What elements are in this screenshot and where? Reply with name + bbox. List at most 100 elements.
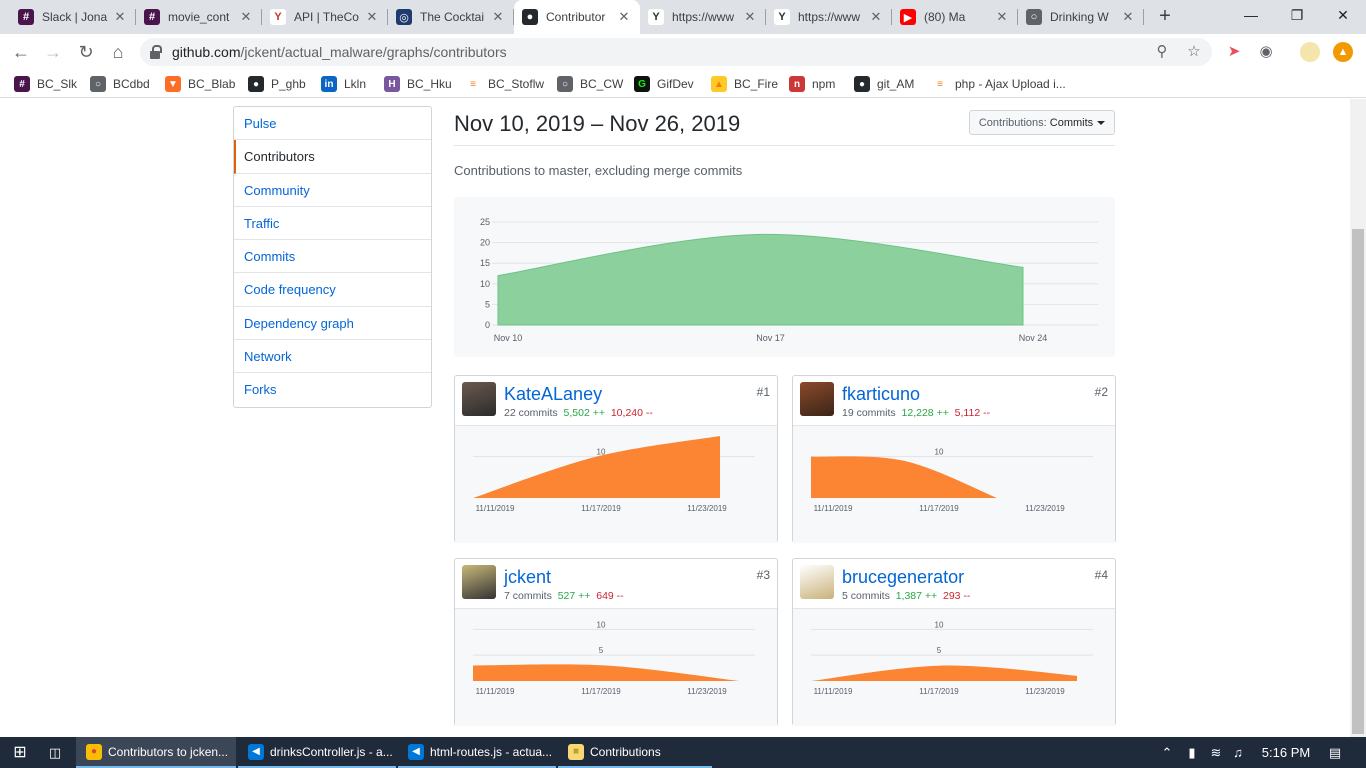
bookmark-label: BCdbd — [113, 77, 150, 91]
page-scrollbar[interactable] — [1350, 99, 1366, 737]
bookmark-item[interactable]: in Lkln — [321, 70, 366, 98]
avatar[interactable] — [800, 565, 834, 599]
contributor-login[interactable]: fkarticuno — [842, 384, 920, 405]
close-tab-icon[interactable]: ✕ — [364, 9, 380, 25]
commit-count[interactable]: 7 commits — [504, 590, 552, 602]
close-tab-icon[interactable]: ✕ — [868, 9, 884, 25]
browser-tab[interactable]: # Slack | Jona ✕ — [10, 0, 136, 34]
close-tab-icon[interactable]: ✕ — [112, 9, 128, 25]
battery-icon[interactable]: ▮ — [1182, 737, 1202, 768]
minimize-button[interactable]: — — [1228, 0, 1274, 30]
bookmark-item[interactable]: ○ BCdbd — [90, 70, 150, 98]
contributions-dropdown[interactable]: Contributions: Commits — [969, 110, 1115, 135]
bookmark-label: BC_CW — [580, 77, 624, 91]
windows-start-icon[interactable]: ⊞ — [0, 737, 40, 768]
commit-count[interactable]: 5 commits — [842, 590, 890, 602]
bookmark-item[interactable]: G GifDev — [634, 70, 694, 98]
taskbar-item[interactable]: ◀ html-routes.js - actua... — [398, 737, 556, 768]
sidebar-item-commits[interactable]: Commits — [234, 240, 431, 274]
commit-count[interactable]: 22 commits — [504, 407, 558, 419]
bookmark-item[interactable]: ≡ php - Ajax Upload i... — [932, 70, 1066, 98]
sidebar-item-traffic[interactable]: Traffic — [234, 207, 431, 241]
contributor-header: fkarticuno 19 commits 12,228 ++ 5,112 -- #… — [793, 376, 1115, 426]
y-tick-label: 5 — [599, 646, 604, 655]
close-tab-icon[interactable]: ✕ — [1120, 9, 1136, 25]
sidebar-item-dependency-graph[interactable]: Dependency graph — [234, 307, 431, 341]
close-tab-icon[interactable]: ✕ — [742, 9, 758, 25]
divider — [454, 145, 1115, 146]
clock[interactable]: 5:16 PM — [1254, 737, 1318, 768]
commit-count[interactable]: 19 commits — [842, 407, 896, 419]
sidebar-item-pulse[interactable]: Pulse — [234, 107, 431, 141]
scrollbar-thumb[interactable] — [1352, 229, 1364, 734]
sidebar-item-contributors[interactable]: Contributors — [234, 140, 431, 174]
wifi-icon[interactable]: ≋ — [1206, 737, 1226, 768]
profile-avatar[interactable] — [1300, 42, 1320, 62]
browser-tab[interactable]: Yhttps://www ✕ — [640, 0, 766, 34]
avatar[interactable] — [800, 382, 834, 416]
close-tab-icon[interactable]: ✕ — [616, 9, 632, 25]
bookmark-item[interactable]: ≡ BC_Stoflw — [465, 70, 544, 98]
extension-icon[interactable]: ➤ — [1224, 42, 1244, 62]
contributor-login[interactable]: KateALaney — [504, 384, 602, 405]
zoom-icon[interactable]: ⚲ — [1152, 42, 1172, 62]
bookmark-item[interactable]: ● P_ghb — [248, 70, 306, 98]
contributor-login[interactable]: brucegenerator — [842, 567, 964, 588]
commits-area — [497, 233, 1024, 326]
chevron-up-icon[interactable]: ⌃ — [1158, 737, 1176, 768]
x-tick-label: 11/23/2019 — [1025, 687, 1065, 696]
reload-button[interactable]: ↻ — [73, 39, 99, 65]
back-button[interactable]: ← — [8, 39, 34, 65]
address-bar[interactable]: github.com/jckent/actual_malware/graphs/… — [140, 38, 1212, 66]
bookmark-item[interactable]: ▲ BC_Fire — [711, 70, 778, 98]
browser-tab[interactable]: ● Contributor ✕ — [514, 0, 640, 34]
avatar[interactable] — [462, 565, 496, 599]
taskbar-item[interactable]: ■ Contributions — [558, 737, 712, 768]
browser-tab[interactable]: ◎ The Cocktai ✕ — [388, 0, 514, 34]
gif-icon: G — [634, 76, 650, 92]
browser-tab[interactable]: # movie_cont ✕ — [136, 0, 262, 34]
sidebar-item-network[interactable]: Network — [234, 340, 431, 374]
home-button[interactable]: ⌂ — [105, 39, 131, 65]
volume-icon[interactable]: ♫ — [1228, 737, 1248, 768]
contributor-login[interactable]: jckent — [504, 567, 551, 588]
taskbar-item[interactable]: ◀ drinksController.js - a... — [238, 737, 396, 768]
browser-tab[interactable]: ▶ (80) Ma ✕ — [892, 0, 1018, 34]
sidebar-item-community[interactable]: Community — [234, 174, 431, 207]
bookmark-item[interactable]: n npm — [789, 70, 835, 98]
close-tab-icon[interactable]: ✕ — [994, 9, 1010, 25]
notifications-icon[interactable]: ▤ — [1320, 737, 1350, 768]
avatar[interactable] — [462, 382, 496, 416]
restore-button[interactable]: ❐ — [1274, 0, 1320, 30]
extension-icon[interactable]: ◉ — [1256, 42, 1276, 62]
contributor-stats: 5 commits 1,387 ++ 293 -- — [842, 590, 970, 602]
x-tick-label: 11/17/2019 — [581, 504, 621, 513]
bookmark-item[interactable]: H BC_Hku — [384, 70, 452, 98]
deletions: 5,112 -- — [954, 407, 991, 419]
taskbar-item[interactable]: ● Contributors to jcken... — [76, 737, 236, 768]
sidebar-item-forks[interactable]: Forks — [234, 373, 431, 406]
close-tab-icon[interactable]: ✕ — [238, 9, 254, 25]
task-view-icon[interactable]: ◫ — [40, 737, 70, 768]
contributor-chart: 10 5 11/11/2019 11/17/2019 11/23/2019 — [793, 609, 1115, 726]
close-window-button[interactable]: ✕ — [1320, 0, 1366, 30]
contributor-stats: 19 commits 12,228 ++ 5,112 -- — [842, 407, 990, 419]
sidebar-item-code-frequency[interactable]: Code frequency — [234, 273, 431, 307]
browser-tab[interactable]: Y API | TheCo ✕ — [262, 0, 388, 34]
bookmark-star-icon[interactable]: ☆ — [1184, 42, 1204, 62]
browser-tab[interactable]: Yhttps://www ✕ — [766, 0, 892, 34]
contributor-header: jckent 7 commits 527 ++ 649 -- #3 — [455, 559, 777, 609]
x-tick-label: 11/23/2019 — [1025, 504, 1065, 513]
new-tab-button[interactable]: + — [1152, 4, 1178, 30]
bookmark-item[interactable]: ○ BC_CW — [557, 70, 623, 98]
close-tab-icon[interactable]: ✕ — [490, 9, 506, 25]
additions: 5,502 ++ — [563, 407, 605, 419]
bookmark-item[interactable]: ● git_AM — [854, 70, 914, 98]
stackoverflow-icon: ≡ — [465, 76, 481, 92]
y-tick-label: 10 — [935, 448, 944, 457]
forward-button[interactable]: → — [40, 39, 66, 65]
bookmark-item[interactable]: # BC_Slk — [14, 70, 77, 98]
browser-tab[interactable]: ○ Drinking W ✕ — [1018, 0, 1144, 34]
update-icon[interactable]: ▲ — [1333, 42, 1353, 62]
bookmark-item[interactable]: ▼ BC_Blab — [165, 70, 235, 98]
